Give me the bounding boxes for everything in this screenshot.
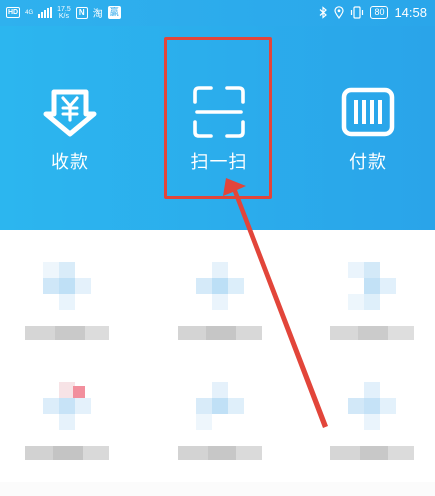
receive-money-label: 收款 xyxy=(51,152,89,173)
hd-badge: HD xyxy=(6,7,21,18)
status-right: 80 14:58 xyxy=(319,5,427,20)
taobao-notification-icon: 淘 xyxy=(92,9,103,20)
blurred-app-label xyxy=(330,446,414,460)
bluetooth-icon xyxy=(320,6,328,19)
bottom-strip xyxy=(0,482,435,496)
blurred-app-label xyxy=(330,326,414,340)
blurred-app-label xyxy=(25,326,109,340)
receive-money-button[interactable]: 收款 xyxy=(15,26,125,206)
signal-icon xyxy=(38,7,53,18)
blurred-app-icon xyxy=(348,262,396,310)
status-bar: HD 4G 17.5 K/s N 淘 赢 80 14:58 xyxy=(0,0,435,26)
blurred-app-label xyxy=(178,326,262,340)
annotation-highlight-box xyxy=(164,37,272,199)
grid-item[interactable] xyxy=(168,240,278,350)
clock: 14:58 xyxy=(394,5,427,20)
nfc-icon: N xyxy=(75,6,88,19)
pay-label: 付款 xyxy=(349,152,387,173)
network-speed: 17.5 K/s xyxy=(57,5,71,20)
pay-button[interactable]: 付款 xyxy=(313,26,423,206)
blurred-app-icon xyxy=(43,262,91,310)
vibrate-icon xyxy=(351,6,364,19)
grid-item[interactable] xyxy=(320,240,430,350)
blurred-app-label xyxy=(25,446,109,460)
barcode-icon xyxy=(341,87,395,137)
grid-item[interactable] xyxy=(168,360,278,470)
status-left: HD 4G 17.5 K/s N 淘 赢 xyxy=(6,5,121,20)
app-grid xyxy=(0,230,435,496)
yen-arrow-icon xyxy=(43,89,97,137)
grid-item[interactable] xyxy=(320,360,430,470)
grid-item[interactable] xyxy=(15,360,125,470)
blurred-app-icon xyxy=(196,262,244,310)
blurred-app-icon xyxy=(348,382,396,430)
grid-item[interactable] xyxy=(15,240,125,350)
app-notification-icon: 赢 xyxy=(107,6,121,19)
battery-indicator: 80 xyxy=(370,6,389,19)
network-type: 4G xyxy=(25,9,34,16)
location-icon xyxy=(334,6,345,19)
blurred-app-icon xyxy=(43,382,91,430)
blurred-app-icon xyxy=(196,382,244,430)
blurred-app-label xyxy=(178,446,262,460)
